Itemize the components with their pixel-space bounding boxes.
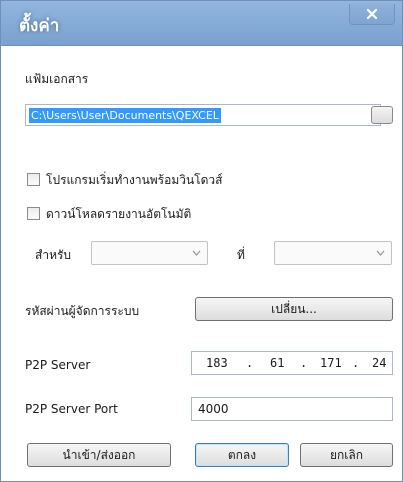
p2p-port-label: P2P Server Port xyxy=(25,402,118,416)
admin-password-label: รหัสผ่านผู้จัดการระบบ xyxy=(25,304,140,318)
schedule-for-select[interactable] xyxy=(91,241,208,265)
change-password-button[interactable]: เปลี่ยน... xyxy=(195,297,393,321)
title-bar[interactable]: ตั้งค่า xyxy=(1,1,402,46)
ip-octet-2: 61 xyxy=(270,356,285,370)
browse-folder-button[interactable] xyxy=(371,106,393,124)
close-icon xyxy=(366,8,378,20)
ip-octet-4: 24 xyxy=(372,356,387,370)
schedule-at-label: ที่ xyxy=(237,248,245,262)
import-export-button[interactable]: นำเข้า/ส่งออก xyxy=(27,443,171,467)
dialog-title: ตั้งค่า xyxy=(19,16,60,36)
settings-dialog: ตั้งค่า แฟ้มเอกสาร C:\Users\User\Documen… xyxy=(0,0,403,482)
p2p-server-label: P2P Server xyxy=(25,358,91,372)
chevron-down-icon xyxy=(376,250,385,256)
ip-separator: . xyxy=(352,356,360,370)
ip-octet-1: 183 xyxy=(206,356,228,370)
schedule-for-label: สำหรับ xyxy=(35,248,72,262)
startup-checkbox[interactable] xyxy=(27,173,40,186)
close-button[interactable] xyxy=(349,4,395,25)
settings-panel: แฟ้มเอกสาร C:\Users\User\Documents\QEXCE… xyxy=(11,46,393,476)
schedule-at-select[interactable] xyxy=(274,241,392,265)
ip-separator: . xyxy=(246,356,254,370)
auto-download-checkbox[interactable] xyxy=(27,207,40,220)
document-folder-path: C:\Users\User\Documents\QEXCEL xyxy=(29,108,221,123)
document-folder-input[interactable]: C:\Users\User\Documents\QEXCEL xyxy=(25,104,381,126)
startup-label: โปรแกรมเริ่มทำงานพร้อมวินโดวส์ xyxy=(46,173,223,187)
p2p-server-ip-input[interactable]: 183 . 61 . 171 . 24 xyxy=(191,351,393,375)
ok-button[interactable]: ตกลง xyxy=(195,443,289,467)
p2p-port-input[interactable]: 4000 xyxy=(191,397,393,421)
document-folder-label: แฟ้มเอกสาร xyxy=(25,72,89,86)
cancel-button[interactable]: ยกเลิก xyxy=(300,443,393,467)
ip-octet-3: 171 xyxy=(320,356,342,370)
chevron-down-icon xyxy=(192,250,201,256)
ip-separator: . xyxy=(300,356,308,370)
auto-download-label: ดาวน์โหลดรายงานอัตโนมัติ xyxy=(46,207,192,221)
